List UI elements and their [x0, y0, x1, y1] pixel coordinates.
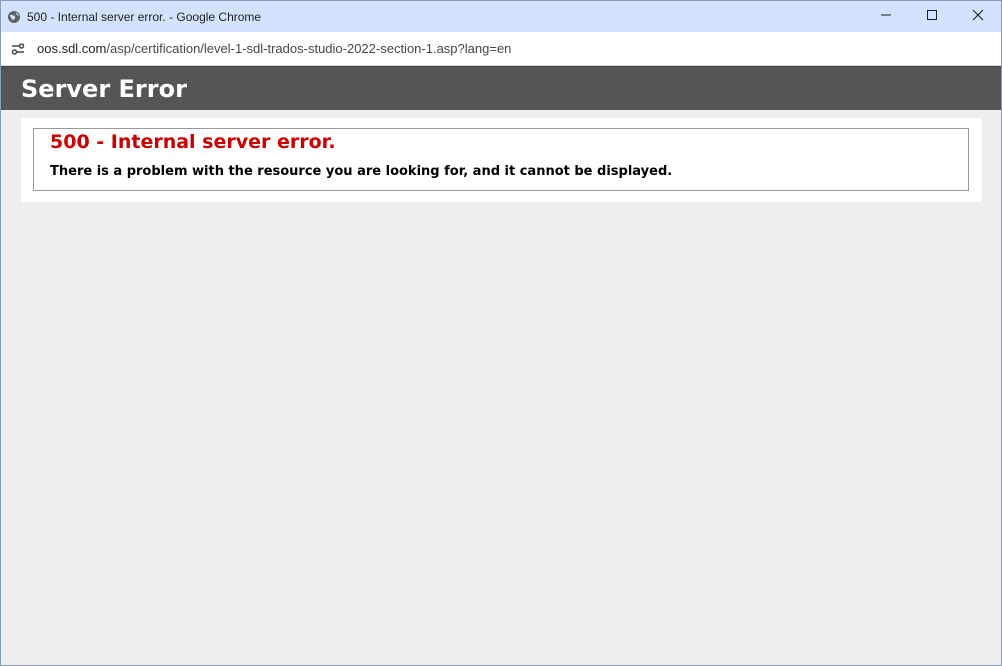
tune-icon[interactable] [7, 38, 29, 60]
globe-icon [7, 10, 21, 24]
maximize-icon [926, 8, 938, 26]
close-button[interactable] [955, 1, 1001, 32]
browser-window: 500 - Internal server error. - Google Ch… [0, 0, 1002, 666]
page-header: Server Error [1, 66, 1001, 110]
error-title: 500 - Internal server error. [50, 131, 336, 153]
error-fieldset: 500 - Internal server error. There is a … [33, 128, 969, 191]
close-icon [972, 8, 984, 26]
error-message: There is a problem with the resource you… [50, 164, 673, 179]
title-bar[interactable]: 500 - Internal server error. - Google Ch… [1, 1, 1001, 32]
url-text[interactable]: oos.sdl.com/asp/certification/level-1-sd… [37, 41, 511, 56]
url-host: oos.sdl.com [37, 41, 107, 56]
url-path: /asp/certification/level-1-sdl-trados-st… [106, 41, 512, 56]
maximize-button[interactable] [909, 1, 955, 32]
page-title: Server Error [21, 74, 187, 103]
page-content: Server Error 500 - Internal server error… [1, 66, 1001, 665]
minimize-icon [880, 8, 892, 26]
error-container: 500 - Internal server error. There is a … [21, 118, 982, 202]
window-title: 500 - Internal server error. - Google Ch… [27, 9, 262, 24]
window-controls [863, 1, 1001, 32]
minimize-button[interactable] [863, 1, 909, 32]
address-bar[interactable]: oos.sdl.com/asp/certification/level-1-sd… [1, 32, 1001, 66]
